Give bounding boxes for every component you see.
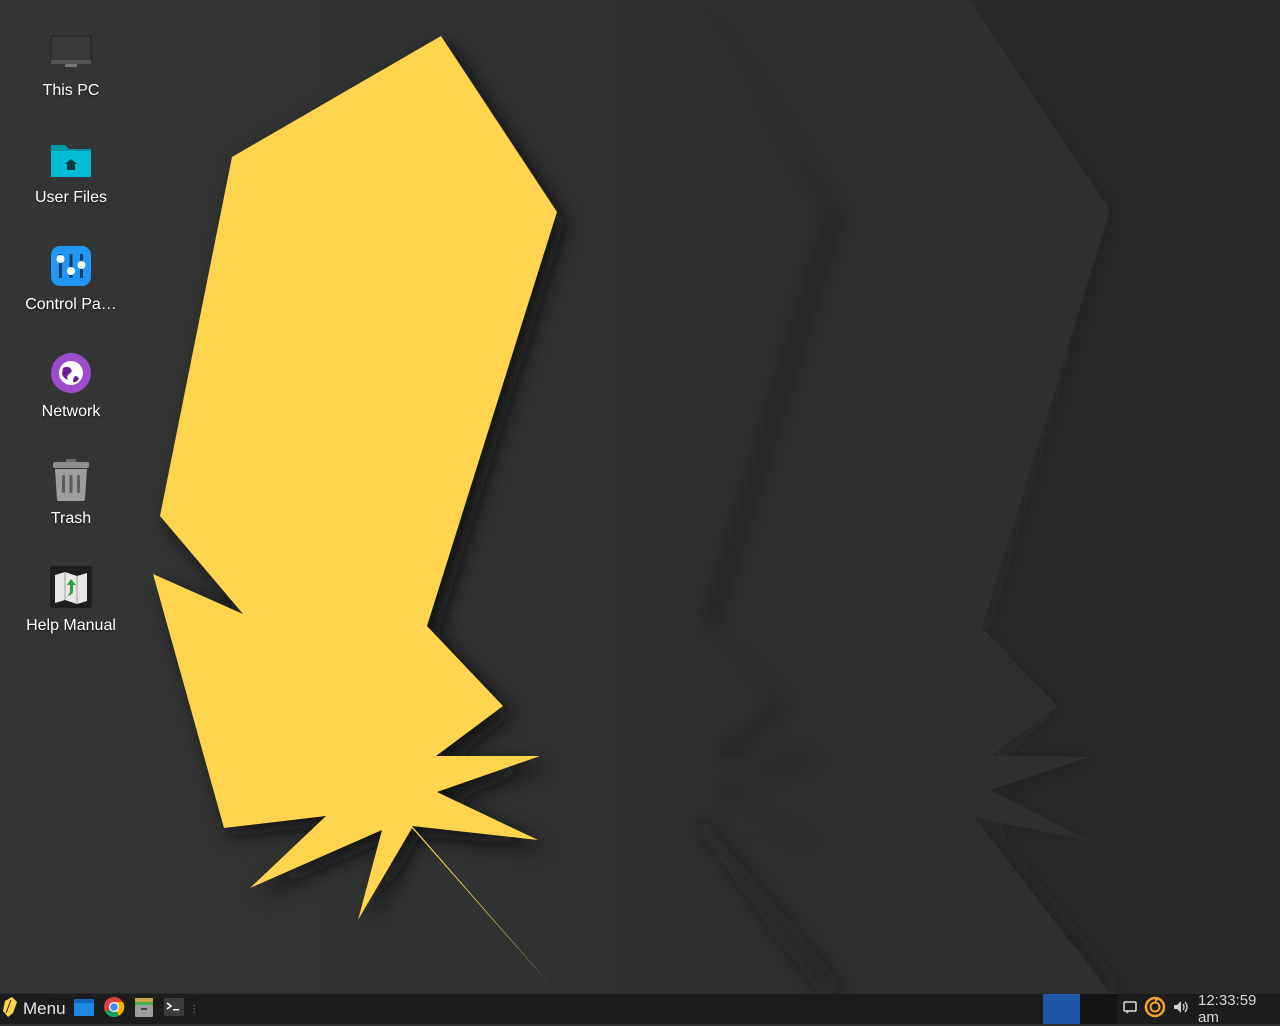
chrome-icon [103,996,125,1023]
desktop-icon-label: This PC [42,82,100,99]
notification-tray-button[interactable] [1122,994,1138,1024]
file-manager-launcher[interactable] [73,994,95,1024]
desktop-wallpaper [0,0,1280,993]
archive-icon [133,996,155,1023]
update-icon [1144,996,1166,1023]
desktop-icon-trash[interactable]: Trash [10,452,132,552]
notification-icon [1122,999,1138,1020]
terminal-launcher[interactable] [163,994,185,1024]
clock-time: 12:33:59 am [1198,992,1257,1026]
desktop-icon-user-files[interactable]: User Files [10,131,132,231]
help-manual-icon [47,563,95,611]
chrome-launcher[interactable] [103,994,125,1024]
desktop-icon-network[interactable]: Network [10,345,132,445]
clock[interactable]: 12:33:59 am [1198,992,1280,1026]
update-tray-button[interactable] [1144,994,1166,1024]
trash-icon [47,456,95,504]
menu-label: Menu [23,999,66,1018]
desktop-icon-label: Control Pa… [25,296,117,313]
workspace-1[interactable] [1043,994,1080,1024]
desktop-icon-label: User Files [34,189,107,206]
launcher-overflow-handle[interactable]: ⋮ [189,994,199,1024]
volume-tray-button[interactable] [1172,994,1190,1024]
workspace-2[interactable] [1080,994,1117,1024]
network-globe-icon [47,349,95,397]
feather-logo-icon [2,996,18,1023]
monitor-icon [47,28,95,76]
desktop-icon-label: Help Manual [26,617,116,634]
home-folder-icon [47,135,95,183]
desktop-icon-this-pc[interactable]: This PC [10,24,132,124]
taskbar: Menu ⋮ 12:33:59 am [0,992,1280,1026]
file-manager-icon [73,997,95,1022]
menu-button[interactable]: Menu [2,994,72,1024]
desktop-icon-label: Network [41,403,101,420]
desktop-icon-help-manual[interactable]: Help Manual [10,559,132,659]
grip-icon: ⋮ [189,1003,199,1015]
desktop-icon-label: Trash [50,510,92,527]
control-panel-icon [47,242,95,290]
archive-launcher[interactable] [133,994,155,1024]
desktop-icon-control-panel[interactable]: Control Pa… [10,238,132,338]
terminal-icon [163,997,185,1022]
volume-icon [1172,999,1190,1020]
